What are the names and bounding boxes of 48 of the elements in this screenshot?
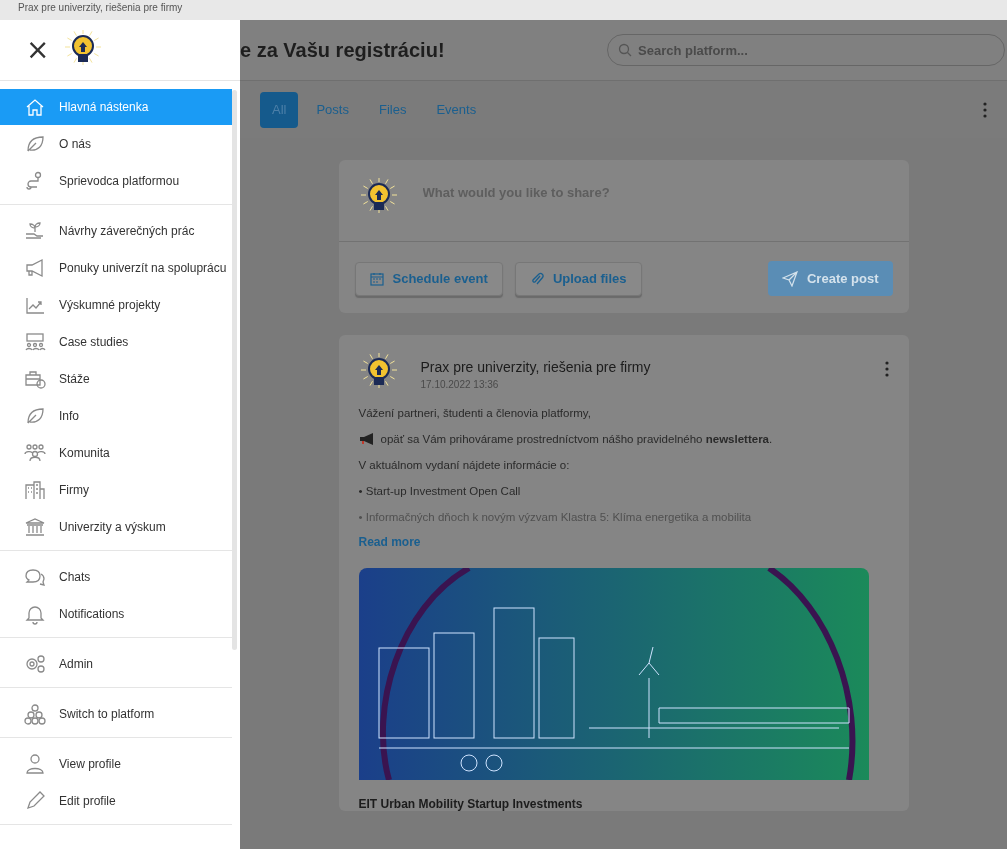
more-options-icon[interactable] bbox=[983, 101, 987, 118]
sidebar-item[interactable]: View profile bbox=[0, 746, 232, 782]
group-icon bbox=[24, 442, 46, 464]
sidebar-item[interactable]: Case studies bbox=[0, 324, 232, 360]
close-button[interactable]: × bbox=[26, 36, 50, 64]
post-text: opäť sa Vám prihovárame prostredníctvom nášho pravidelného newslettera. bbox=[380, 433, 773, 445]
calendar-icon bbox=[369, 271, 384, 286]
sidebar-item[interactable]: Návrhy záverečných prác bbox=[0, 213, 232, 249]
post-text: V aktuálnom vydaní nájdete informácie o: bbox=[358, 459, 570, 471]
post-text: Vážení partneri, študenti a členovia platformy, bbox=[358, 407, 591, 419]
seedling-hand-icon bbox=[24, 220, 46, 242]
molecule-icon bbox=[24, 703, 46, 725]
sidebar-item[interactable]: Ponuky univerzít na spoluprácu bbox=[0, 250, 232, 286]
megaphone-icon bbox=[358, 433, 375, 445]
sidebar-item[interactable]: Switch to platform bbox=[0, 696, 232, 732]
megaphone-icon bbox=[24, 257, 46, 279]
paper-plane-icon bbox=[781, 270, 798, 287]
sidebar-item[interactable]: Firmy bbox=[0, 472, 232, 508]
sidebar-item[interactable]: Notifications bbox=[0, 596, 232, 632]
sidebar-item[interactable]: Univerzity a výskum bbox=[0, 509, 232, 545]
image-caption: EIT Urban Mobility Startup Investments bbox=[358, 797, 584, 811]
gears-icon bbox=[24, 653, 46, 675]
buildings-icon bbox=[24, 479, 46, 501]
chat-bubbles-icon bbox=[24, 566, 46, 588]
post-time: 17.10.2022 13:36 bbox=[420, 379, 500, 390]
sidebar-item[interactable]: Komunita bbox=[0, 435, 232, 471]
scrollbar[interactable] bbox=[232, 90, 237, 650]
browser-tab-title: Prax pre univerzity, riešenia pre firmy bbox=[17, 1, 184, 14]
sidebar-item[interactable]: Edit profile bbox=[0, 783, 232, 819]
sidebar-item[interactable]: Chats bbox=[0, 559, 232, 595]
sidebar-item[interactable]: Výskumné projekty bbox=[0, 287, 232, 323]
sidebar-item[interactable]: Admin bbox=[0, 646, 232, 682]
briefcase-clock-icon bbox=[24, 368, 46, 390]
person-icon bbox=[24, 753, 46, 775]
sidebar-item[interactable]: Sprievodca platformou bbox=[0, 163, 232, 199]
people-board-icon bbox=[24, 331, 46, 353]
sidebar-item[interactable]: Stáže bbox=[0, 361, 232, 397]
search-icon bbox=[618, 43, 632, 57]
pencil-icon bbox=[24, 790, 46, 812]
sidebar-item[interactable]: Info bbox=[0, 398, 232, 434]
paperclip-icon bbox=[529, 271, 544, 286]
bell-icon bbox=[24, 603, 46, 625]
post-text: • Start-up Investment Open Call bbox=[358, 485, 521, 497]
page-title: e za Vašu registráciu! bbox=[240, 38, 445, 62]
bank-icon bbox=[24, 516, 46, 538]
sidebar-item[interactable]: O nás bbox=[0, 126, 232, 162]
post-author: Prax pre univerzity, riešenia pre firmy bbox=[420, 359, 652, 375]
more-options-icon[interactable] bbox=[884, 361, 889, 377]
